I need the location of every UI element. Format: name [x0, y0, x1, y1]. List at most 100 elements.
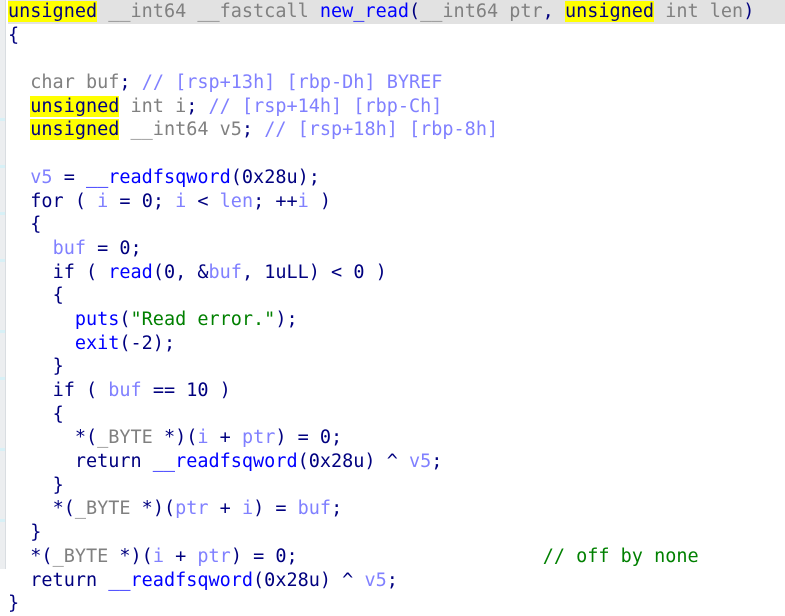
code-line-decl-v5[interactable]: unsigned __int64 v5; // [rsp+18h] [rbp-8… [8, 118, 785, 142]
code-line-null-terminate-inner[interactable]: *(_BYTE *)(i + ptr) = 0; [8, 426, 785, 450]
token-arg1-name[interactable]: ptr [509, 1, 542, 22]
code-line-return-inner[interactable]: return __readfsqword(0x28u) ^ v5; [8, 450, 785, 474]
token-var-ptr[interactable]: ptr [197, 546, 230, 567]
code-line-decl-buf[interactable]: char buf; // [rsp+13h] [rbp-Dh] BYREF [8, 71, 785, 95]
token-var-v5[interactable]: v5 [220, 119, 242, 140]
token-var-buf[interactable]: buf [108, 380, 141, 401]
token-args: (0x28u); [230, 166, 320, 188]
token-arg1-type[interactable]: __int64 [420, 1, 498, 22]
code-line-open-brace[interactable]: { [8, 403, 785, 427]
token-number: 0 [141, 190, 153, 212]
token-unsigned-highlight[interactable]: unsigned [30, 95, 120, 117]
code-line-close-brace[interactable]: } [8, 474, 785, 498]
token-expression: == 10 ) [141, 380, 231, 401]
code-line-if-read[interactable]: if ( read(0, &buf, 1uLL) < 0 ) [8, 261, 785, 285]
token-function-readfsqword[interactable]: __readfsqword [86, 167, 231, 188]
code-line-close-brace[interactable]: } [8, 521, 785, 545]
code-line-if-newline[interactable]: if ( buf == 10 ) [8, 379, 785, 403]
token-args: (-2); [119, 332, 176, 354]
token-type-int64[interactable]: __int64 [108, 1, 186, 22]
token-var-v5[interactable]: v5 [364, 570, 386, 591]
code-line-return-outer[interactable]: return __readfsqword(0x28u) ^ v5; [8, 569, 785, 593]
token-type-byte[interactable]: _BYTE [97, 427, 153, 448]
token-callconv-fastcall[interactable]: __fastcall [197, 1, 308, 22]
code-line-open-brace[interactable]: { [8, 213, 785, 237]
code-line-open-brace[interactable]: { [8, 24, 785, 48]
token-unsigned-highlight[interactable]: unsigned [8, 1, 98, 22]
token-var-ptr[interactable]: ptr [242, 427, 275, 448]
token-var-i[interactable]: i [97, 191, 108, 212]
token-var-i[interactable]: i [175, 96, 186, 117]
token-operator-lt: < [186, 190, 220, 212]
token-function-read[interactable]: read [108, 262, 153, 283]
code-line-exit[interactable]: exit(-2); [8, 332, 785, 356]
code-line-decl-i[interactable]: unsigned int i; // [rsp+14h] [rbp-Ch] [8, 95, 785, 119]
code-line-close-brace[interactable]: } [8, 355, 785, 379]
token-type-int[interactable]: int [131, 96, 164, 117]
token-unsigned-highlight[interactable]: unsigned [30, 119, 120, 141]
token-type-byte[interactable]: _BYTE [75, 498, 131, 519]
token-function-puts[interactable]: puts [75, 309, 120, 330]
code-line-open-brace[interactable]: { [8, 284, 785, 308]
code-line-prototype[interactable]: unsigned __int64 __fastcall new_read(__i… [8, 0, 785, 24]
token-keyword-for[interactable]: for [30, 191, 63, 212]
token-var-buf[interactable]: buf [298, 498, 331, 519]
token-arg2-type[interactable]: int [665, 1, 698, 22]
code-line-for-loop[interactable]: for ( i = 0; i < len; ++i ) [8, 190, 785, 214]
token-function-name[interactable]: new_read [320, 1, 409, 22]
token-var-buf[interactable]: buf [53, 238, 86, 259]
code-line-stack-canary-load[interactable]: v5 = __readfsqword(0x28u); [8, 166, 785, 190]
token-function-readfsqword[interactable]: __readfsqword [108, 570, 253, 591]
token-args: , 1uLL) < 0 ) [241, 261, 387, 283]
token-type-byte[interactable]: _BYTE [53, 546, 109, 567]
token-string-literal[interactable]: "Read error." [131, 309, 276, 330]
token-var-i[interactable]: i [153, 546, 164, 567]
token-function-readfsqword[interactable]: __readfsqword [153, 451, 298, 472]
token-keyword-return[interactable]: return [30, 570, 97, 591]
auto-comment-stack-offset: // [rsp+18h] [rbp-8h] [264, 119, 499, 141]
token-paren-open: ( [119, 308, 131, 330]
token-var-i[interactable]: i [298, 191, 309, 212]
code-line-store-byte[interactable]: *(_BYTE *)(ptr + i) = buf; [8, 497, 785, 521]
token-var-ptr[interactable]: ptr [175, 498, 208, 519]
code-line-close-brace-function[interactable]: } [8, 592, 785, 616]
token-keyword-return[interactable]: return [75, 451, 142, 472]
code-line-puts-error[interactable]: puts("Read error."); [8, 308, 785, 332]
token-paren-close: ); [275, 308, 298, 330]
gutter-mark [0, 118, 5, 121]
token-cast: *)( [130, 498, 176, 520]
token-arg2-name[interactable]: len [710, 1, 743, 22]
code-gutter[interactable] [0, 0, 6, 569]
token-var-buf[interactable]: buf [86, 72, 119, 93]
code-line-buf-assign[interactable]: buf = 0; [8, 237, 785, 261]
token-var-i[interactable]: i [197, 427, 208, 448]
pseudocode-decompiler-view[interactable]: unsigned __int64 __fastcall new_read ( __i… [0, 0, 785, 614]
token-keyword-if[interactable]: if [53, 262, 75, 283]
token-type-char[interactable]: char [30, 72, 75, 93]
token-type-int64[interactable]: __int64 [131, 119, 209, 140]
code-line-null-terminate-outer[interactable]: *(_BYTE *)(i + ptr) = 0; // off by none [8, 545, 785, 569]
user-comment-off-by-none[interactable]: // off by none [543, 546, 699, 567]
token-var-v5[interactable]: v5 [409, 451, 431, 472]
token-var-len[interactable]: len [220, 191, 253, 212]
code-area[interactable]: unsigned __int64 __fastcall new_read ( __i… [8, 0, 785, 614]
token-keyword-if[interactable]: if [53, 380, 75, 401]
token-function-exit[interactable]: exit [75, 333, 120, 354]
token-var-i[interactable]: i [242, 498, 253, 519]
token-unsigned-highlight[interactable]: unsigned [564, 1, 655, 22]
token-var-buf[interactable]: buf [209, 262, 242, 283]
token-expression: = 0; [85, 237, 142, 259]
token-var-v5[interactable]: v5 [30, 167, 52, 188]
token-var-i[interactable]: i [175, 191, 186, 212]
